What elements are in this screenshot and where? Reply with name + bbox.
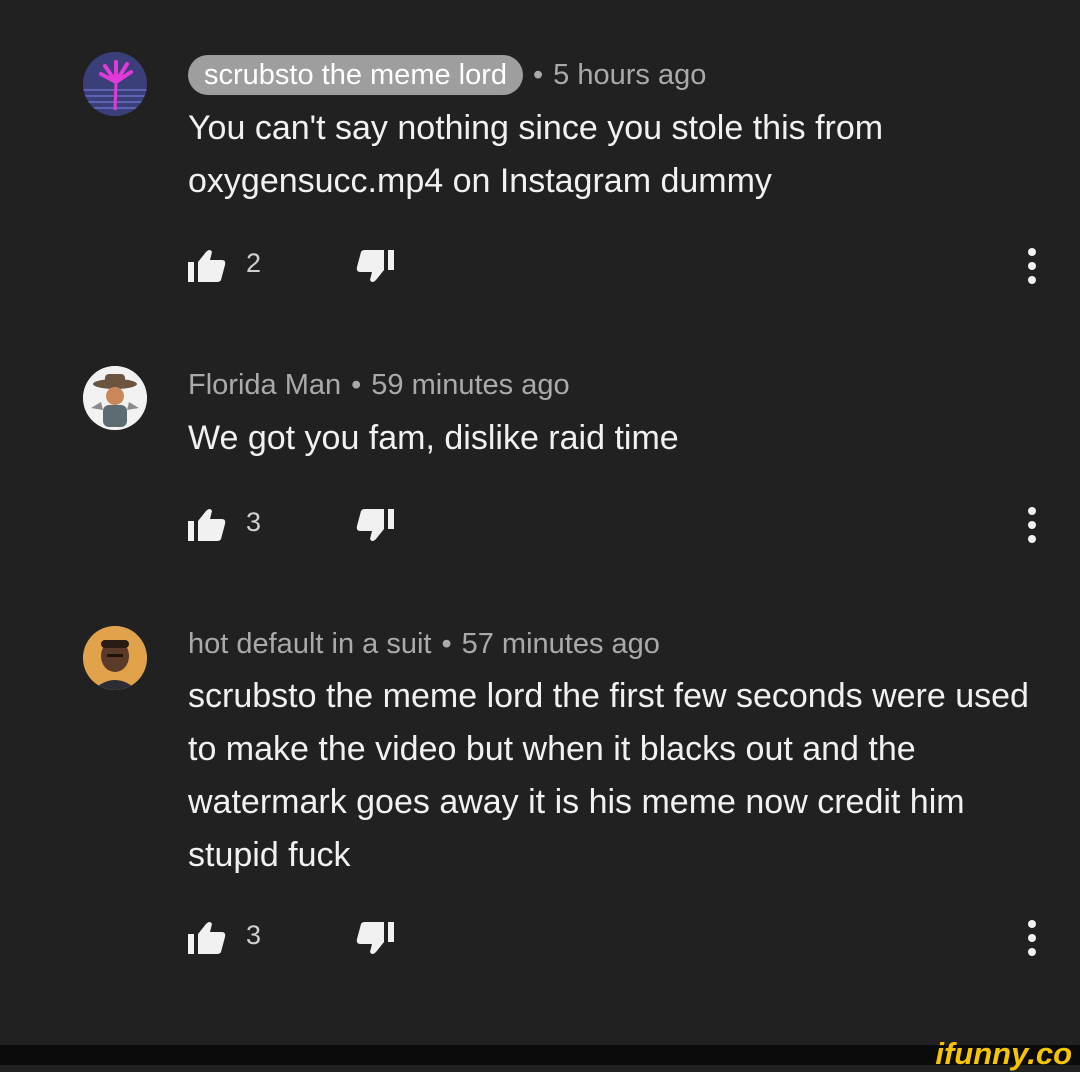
like-count: 3 <box>246 920 262 950</box>
man-in-suit-avatar-icon[interactable] <box>83 626 147 690</box>
comment-time: 57 minutes ago <box>461 628 660 660</box>
palm-tree-avatar-icon[interactable] <box>83 52 147 116</box>
comment-text: You can't say nothing since you stole th… <box>188 109 884 200</box>
more-options-icon[interactable] <box>1020 246 1044 286</box>
cowboy-avatar-icon[interactable] <box>83 366 147 430</box>
author-name[interactable]: Florida Man <box>188 369 341 402</box>
author-name-chip[interactable]: scrubsto the meme lord <box>188 55 524 95</box>
like-count: 2 <box>246 248 262 278</box>
thumbs-down-icon[interactable] <box>354 918 394 958</box>
thumbs-down-icon[interactable] <box>354 246 394 286</box>
separator-dot: • <box>351 369 362 401</box>
like-count: 3 <box>246 507 262 537</box>
thumbs-up-icon[interactable] <box>188 246 228 286</box>
comment-time: 5 hours ago <box>553 58 707 91</box>
thumbs-up-icon[interactable] <box>188 505 228 545</box>
comment-time: 59 minutes ago <box>371 369 570 401</box>
comment-text: We got you fam, dislike raid time <box>188 419 679 457</box>
thumbs-down-icon[interactable] <box>354 505 394 545</box>
separator-dot: • <box>441 628 452 660</box>
thumbs-up-icon[interactable] <box>188 918 228 958</box>
footer-bar <box>0 1045 1080 1065</box>
separator-dot: • <box>533 58 544 91</box>
comment-text: scrubsto the meme lord the first few sec… <box>188 677 1029 874</box>
author-name[interactable]: hot default in a suit <box>188 628 431 661</box>
ifunny-watermark: ifunny.co <box>935 1036 1072 1071</box>
more-options-icon[interactable] <box>1020 918 1044 958</box>
more-options-icon[interactable] <box>1020 505 1044 545</box>
